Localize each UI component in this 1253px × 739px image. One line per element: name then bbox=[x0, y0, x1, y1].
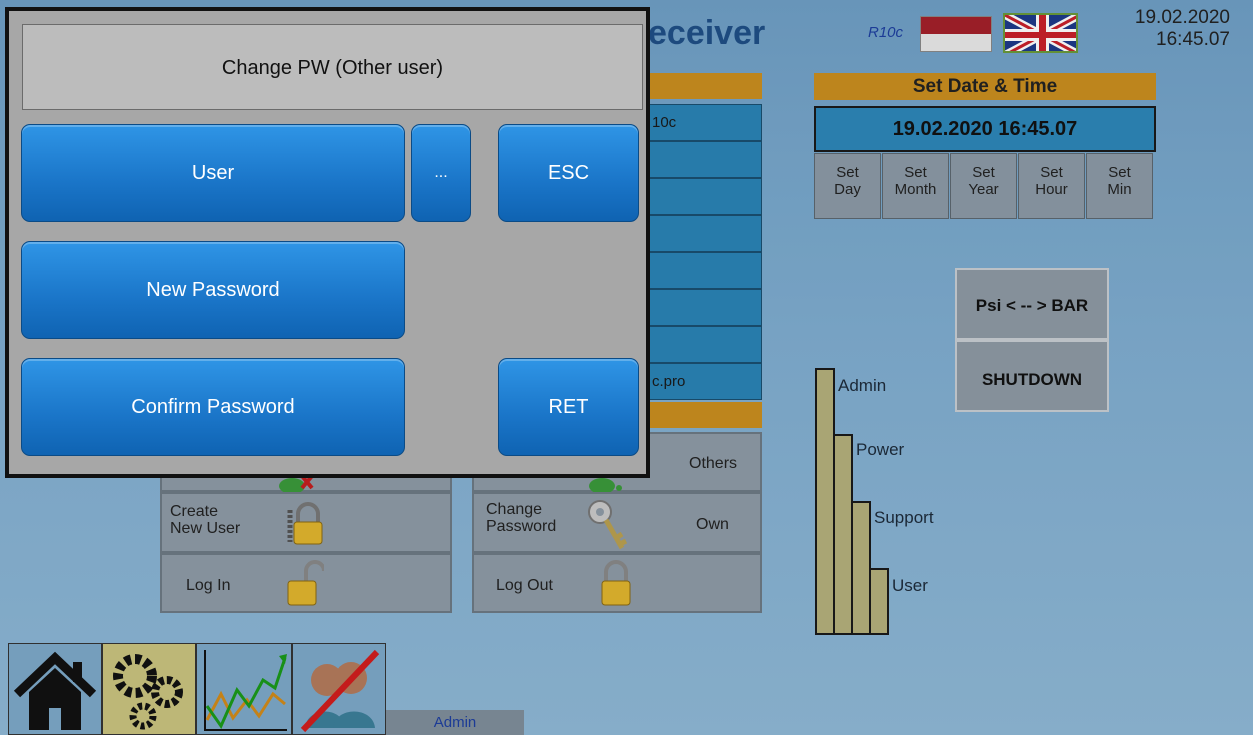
esc-button[interactable]: ESC bbox=[498, 124, 639, 222]
change-password-dialog: Change PW (Other user) User ... ESC New … bbox=[5, 7, 650, 478]
dialog-title: Change PW (Other user) bbox=[22, 24, 643, 110]
ret-button[interactable]: RET bbox=[498, 358, 639, 456]
hmi-screen: eceiver R10c 19.02.2020 16:45.07 10c c.p… bbox=[0, 0, 1253, 735]
user-field-button[interactable]: User bbox=[21, 124, 405, 222]
confirm-password-field-button[interactable]: Confirm Password bbox=[21, 358, 405, 456]
new-password-field-button[interactable]: New Password bbox=[21, 241, 405, 339]
browse-users-button[interactable]: ... bbox=[411, 124, 471, 222]
